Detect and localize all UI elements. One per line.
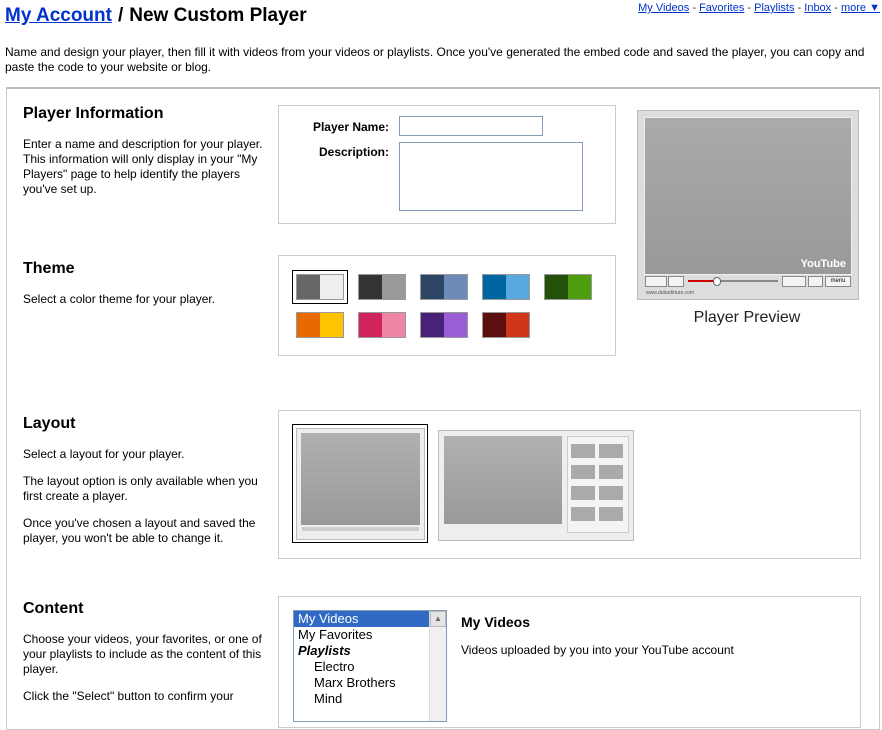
content-p2: Click the "Select" button to confirm you… (23, 689, 234, 703)
layout-p3: Once you've chosen a layout and saved th… (23, 516, 256, 545)
layout-basic-controls (302, 527, 419, 531)
play-icon (645, 276, 667, 287)
theme-swatch[interactable] (482, 274, 530, 300)
nav-separator: - (797, 2, 802, 14)
swatch-color-right (568, 275, 591, 299)
swatch-color-right (506, 313, 529, 337)
layout-option-playlist[interactable] (438, 430, 634, 541)
nav-separator: - (692, 2, 697, 14)
breadcrumb-separator: / (117, 5, 124, 26)
playlist-thumb (571, 486, 595, 500)
swatch-color-right (506, 275, 529, 299)
nav-separator: - (747, 2, 752, 14)
my-account-link[interactable]: My Account (5, 5, 112, 26)
player-info-description: Enter a name and description for your pl… (23, 137, 263, 196)
skip-icon (668, 276, 684, 287)
scroll-up-icon[interactable]: ▲ (430, 611, 446, 627)
layout-option-basic[interactable] (296, 428, 425, 540)
player-name-label: Player Name: (312, 120, 389, 134)
swatch-color-left (545, 275, 568, 299)
swatch-color-left (359, 275, 382, 299)
swatch-color-right (382, 275, 405, 299)
top-nav: My Videos - Favorites - Playlists - Inbo… (638, 2, 880, 14)
content-source-listbox[interactable]: My Videos My Favorites Playlists Electro Mar… (293, 610, 447, 722)
content-detail-text: Videos uploaded by you into your YouTube… (461, 643, 734, 657)
layout-basic-screen (301, 433, 420, 525)
progress-track (688, 280, 778, 282)
layout-playlist-sidebar (567, 436, 629, 533)
swatch-color-left (483, 313, 506, 337)
nav-separator: - (834, 2, 838, 14)
theme-swatch[interactable] (420, 312, 468, 338)
playlist-thumb (599, 507, 623, 521)
nav-playlists[interactable]: Playlists (754, 2, 794, 14)
layout-playlist-screen (444, 436, 562, 524)
nav-favorites[interactable]: Favorites (699, 2, 744, 14)
selected-swatch-border (292, 270, 348, 304)
playlist-thumb (599, 444, 623, 458)
description-textarea[interactable] (399, 142, 583, 211)
swatch-color-right (320, 313, 343, 337)
swatch-color-left (297, 313, 320, 337)
swatch-color-left (359, 313, 382, 337)
playlist-thumb (571, 507, 595, 521)
list-item[interactable]: My Videos (294, 611, 446, 627)
description-label: Description: (318, 145, 389, 159)
progress-fill (688, 280, 716, 282)
layout-p2: The layout option is only available when… (23, 474, 258, 503)
layout-p1: Select a layout for your player. (23, 447, 185, 461)
youtube-logo: YouTube (800, 258, 846, 270)
swatch-color-right (444, 275, 467, 299)
player-preview: YouTube menu www.dubadirture.com (637, 110, 859, 300)
swatch-color-left (421, 313, 444, 337)
playlist-thumb (571, 465, 595, 479)
content-heading: Content (23, 600, 84, 617)
swatch-color-left (483, 275, 506, 299)
nav-inbox[interactable]: Inbox (804, 2, 831, 14)
list-item[interactable]: Marx Brothers (294, 675, 446, 691)
content-p1: Choose your videos, your favorites, or o… (23, 632, 262, 676)
theme-swatch[interactable] (482, 312, 530, 338)
list-item[interactable]: My Favorites (294, 627, 446, 643)
progress-handle (713, 277, 721, 286)
list-item[interactable]: Mind (294, 691, 446, 707)
theme-description: Select a color theme for your player. (23, 292, 216, 306)
intro-text: Name and design your player, then fill i… (5, 45, 865, 74)
volume-icon (808, 276, 823, 287)
theme-swatch[interactable] (358, 312, 406, 338)
theme-heading: Theme (23, 260, 75, 277)
playlist-thumb (599, 486, 623, 500)
layout-heading: Layout (23, 415, 76, 432)
page-title: New Custom Player (129, 5, 307, 26)
preview-url: www.dubadirture.com (646, 290, 695, 296)
player-info-heading: Player Information (23, 105, 164, 122)
preview-video-area: YouTube (644, 117, 852, 275)
theme-swatch[interactable] (420, 274, 468, 300)
playlist-thumb (599, 465, 623, 479)
listbox-items: My Videos My Favorites Playlists Electro Mar… (294, 611, 446, 707)
list-group-header: Playlists (298, 643, 351, 658)
player-name-input[interactable] (399, 116, 543, 136)
swatch-color-right (382, 313, 405, 337)
player-info-panel: Player Name: Description: (278, 105, 616, 224)
page-header: My Account / New Custom Player (5, 5, 307, 27)
listbox-scrollbar[interactable] (429, 611, 446, 721)
theme-swatch[interactable] (358, 274, 406, 300)
menu-button: menu (825, 276, 851, 287)
theme-swatch[interactable] (544, 274, 592, 300)
preview-label: Player Preview (693, 309, 801, 326)
list-item[interactable]: Electro (294, 659, 446, 675)
theme-swatch[interactable] (296, 312, 344, 338)
nav-more[interactable]: more ▼ (841, 2, 880, 14)
swatch-color-left (421, 275, 444, 299)
content-detail-title: My Videos (461, 614, 530, 630)
swatch-color-right (444, 313, 467, 337)
time-display (782, 276, 806, 287)
nav-my-videos[interactable]: My Videos (638, 2, 689, 14)
playlist-thumb (571, 444, 595, 458)
